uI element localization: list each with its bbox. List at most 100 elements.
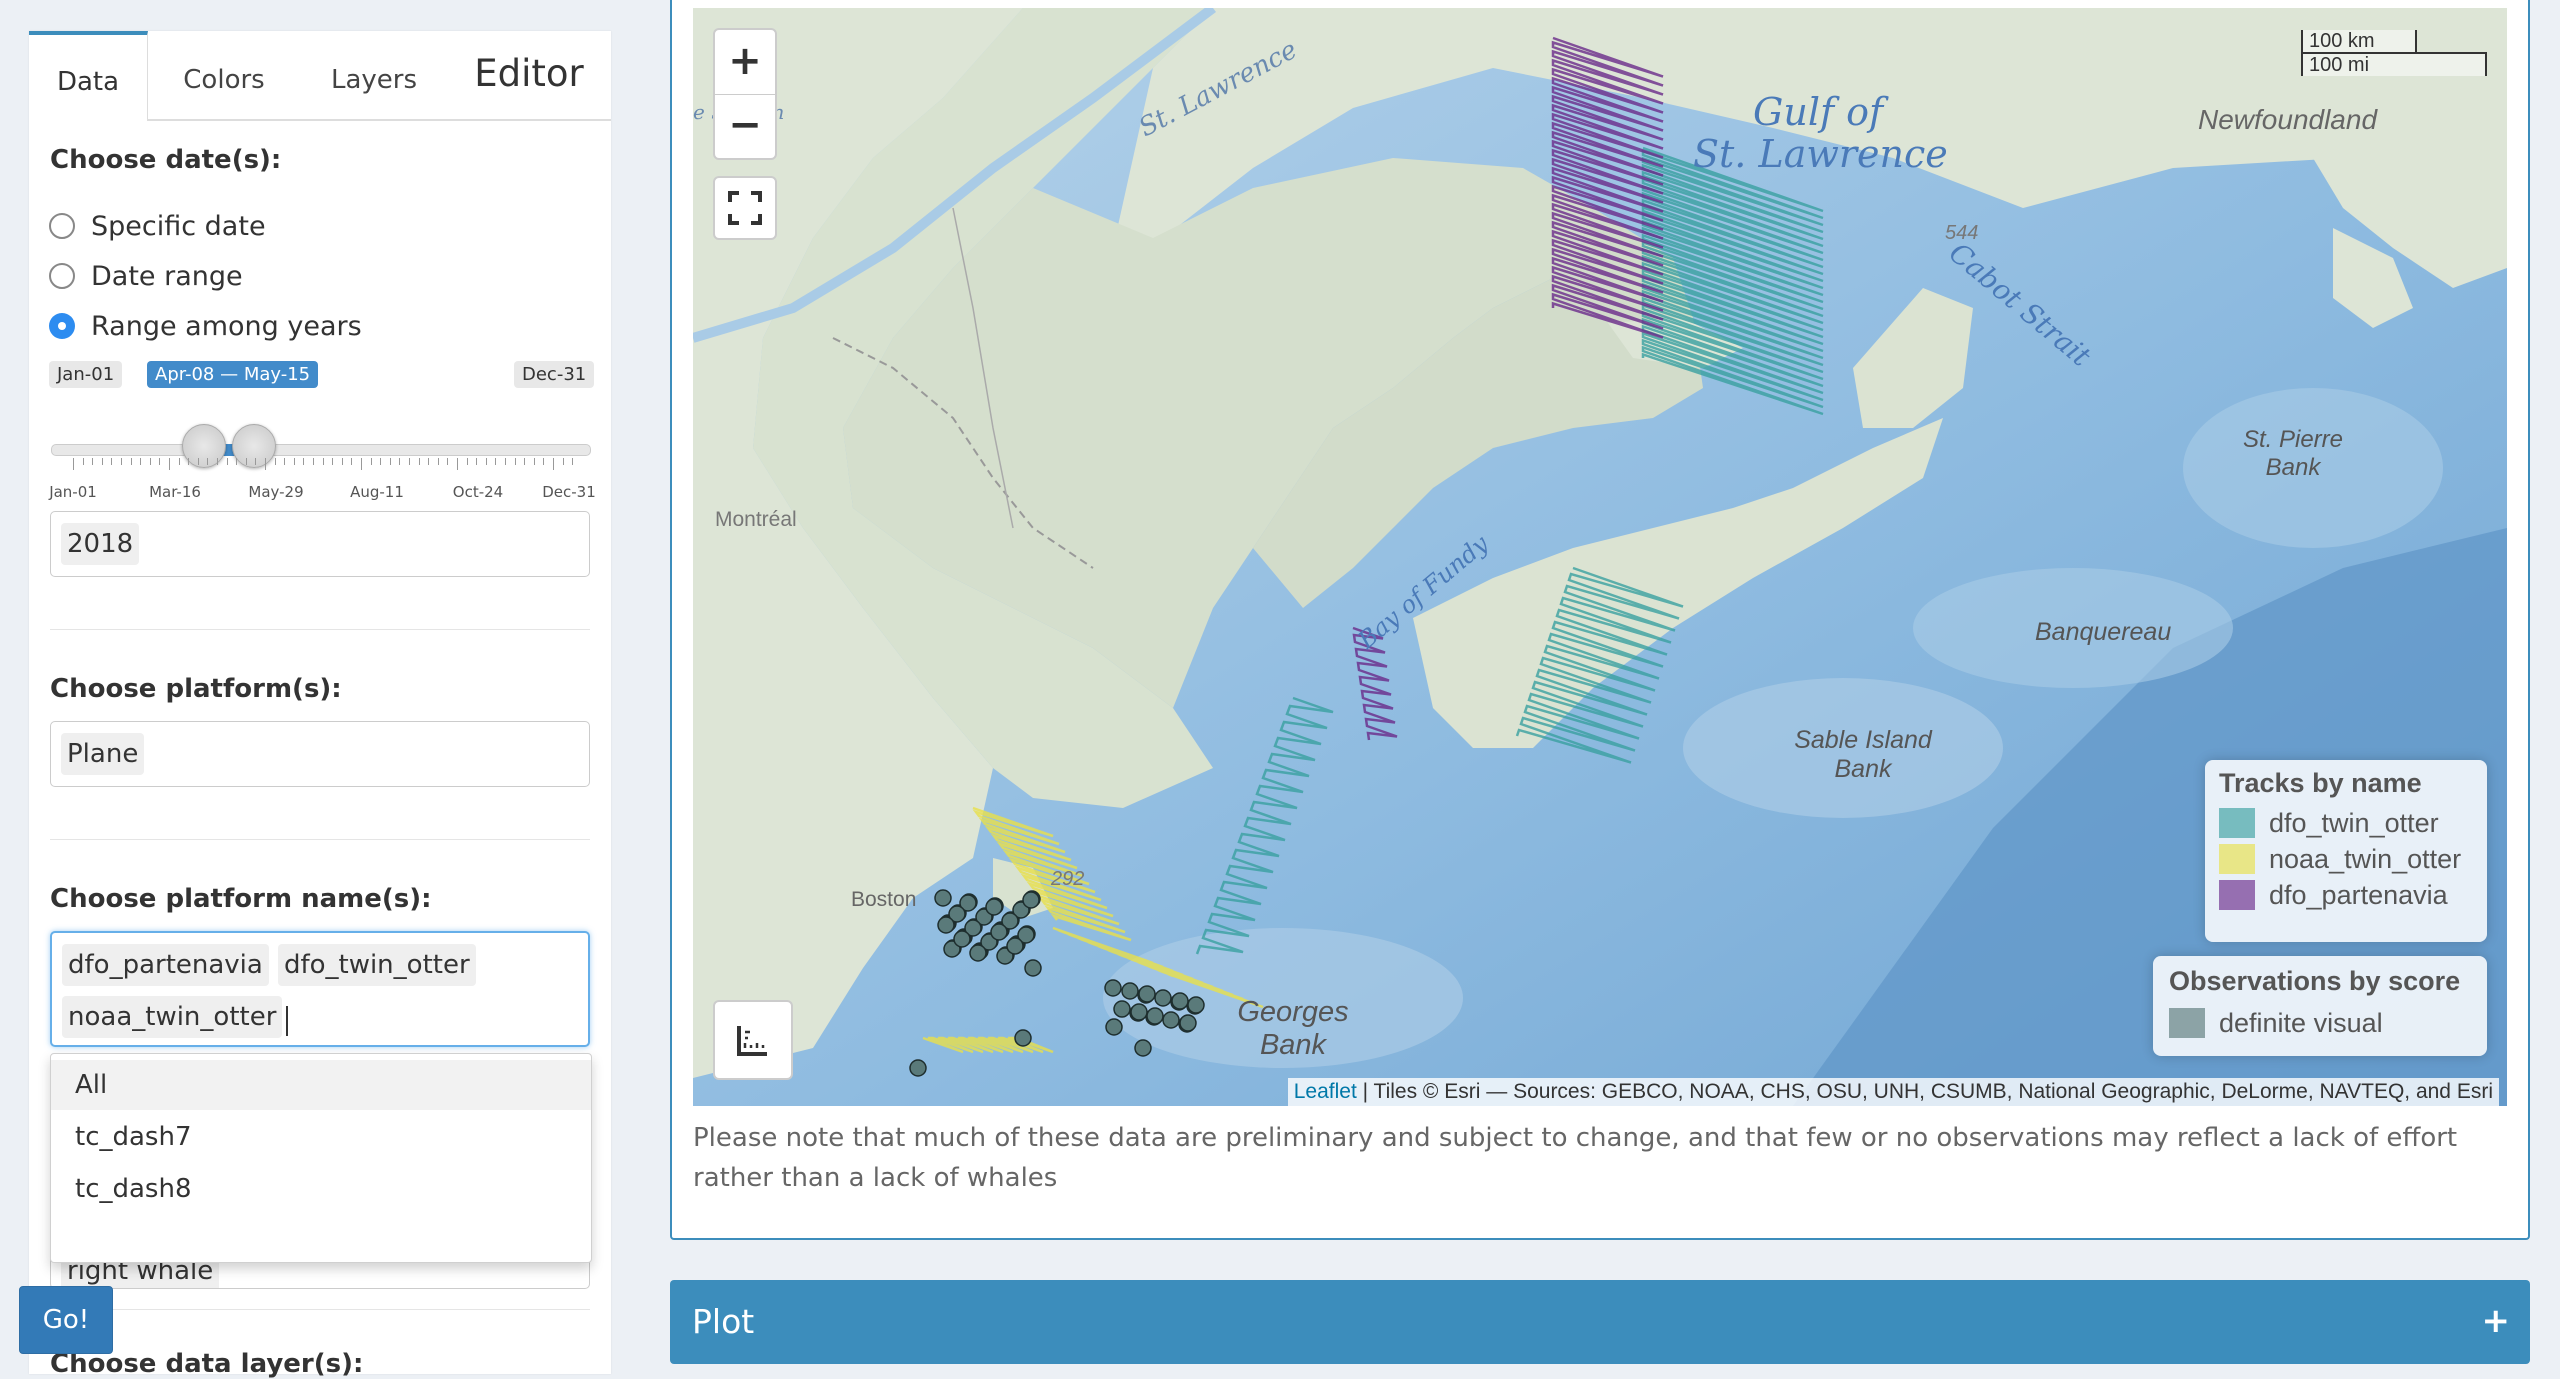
legend-title: Tracks by name bbox=[2219, 768, 2422, 798]
platform-name-chip[interactable]: noaa_twin_otter bbox=[62, 996, 283, 1038]
slider-tick bbox=[332, 458, 334, 465]
slider-tick-label: Jan-01 bbox=[49, 483, 97, 501]
radio-button-selected[interactable] bbox=[49, 313, 75, 339]
observation-marker[interactable] bbox=[953, 930, 971, 948]
radio-button[interactable] bbox=[49, 213, 75, 239]
platform-name-dropdown: All tc_dash7 tc_dash8 bbox=[50, 1053, 592, 1263]
go-button[interactable]: Go! bbox=[19, 1286, 113, 1354]
slider-tick-label: Mar-16 bbox=[149, 483, 201, 501]
observation-marker[interactable] bbox=[1024, 959, 1042, 977]
platform-name-select[interactable]: dfo_partenavia dfo_twin_otter noaa_twin_… bbox=[50, 931, 590, 1047]
observation-marker[interactable] bbox=[1105, 1018, 1123, 1036]
radio-label: Date range bbox=[91, 260, 243, 292]
observation-marker[interactable] bbox=[1138, 985, 1156, 1003]
year-select[interactable]: 2018 bbox=[50, 511, 590, 577]
observation-marker[interactable] bbox=[1113, 1000, 1131, 1018]
sidebar-panel: Data Colors Layers Editor Choose date(s)… bbox=[29, 31, 611, 1379]
slider-tick bbox=[236, 458, 238, 465]
slider-handle-end[interactable] bbox=[232, 424, 276, 468]
track-dfo-twin-otter bbox=[1641, 146, 1824, 416]
dropdown-option-tc-dash8[interactable]: tc_dash8 bbox=[51, 1164, 591, 1214]
legend-item: dfo_partenavia bbox=[2219, 877, 2473, 913]
slider-tick bbox=[399, 458, 401, 465]
slider-tick bbox=[437, 458, 439, 465]
platform-chip[interactable]: Plane bbox=[61, 733, 145, 775]
plot-panel-header[interactable]: Plot + bbox=[670, 1280, 2530, 1364]
tab-data[interactable]: Data bbox=[29, 31, 148, 121]
plot-title: Plot bbox=[692, 1302, 755, 1341]
radio-specific-date[interactable]: Specific date bbox=[49, 209, 266, 243]
divider bbox=[50, 629, 590, 630]
slider-tick bbox=[82, 458, 84, 465]
slider-tick bbox=[303, 458, 305, 465]
map-view[interactable]: Gulf of St. Lawrence St. Lawrence e St-J… bbox=[693, 8, 2507, 1106]
platform-select[interactable]: Plane bbox=[50, 721, 590, 787]
map-label-gulf: Gulf of bbox=[1753, 90, 1884, 134]
observation-marker[interactable] bbox=[1006, 937, 1024, 955]
observation-marker[interactable] bbox=[1134, 1039, 1152, 1057]
observation-marker[interactable] bbox=[1121, 982, 1139, 1000]
zoom-out-button[interactable]: − bbox=[715, 95, 775, 158]
slider-tick bbox=[370, 458, 372, 465]
legend-item: definite visual bbox=[2169, 1005, 2471, 1041]
observations-legend: Observations by score definite visual bbox=[2153, 956, 2487, 1056]
platform-name-chip[interactable]: dfo_partenavia bbox=[62, 944, 269, 986]
observation-marker[interactable] bbox=[1162, 1011, 1180, 1029]
platform-label: Choose platform(s): bbox=[50, 674, 342, 704]
measure-button[interactable] bbox=[713, 1000, 793, 1080]
radio-date-range[interactable]: Date range bbox=[49, 259, 243, 293]
map-label-gulf-st-lawrence: St. Lawrence bbox=[1693, 132, 1948, 176]
slider-min-label: Jan-01 bbox=[49, 361, 123, 388]
tab-editor[interactable]: Editor bbox=[459, 31, 599, 119]
observation-marker[interactable] bbox=[990, 923, 1008, 941]
zoom-in-button[interactable]: + bbox=[715, 31, 775, 95]
slider-tick-label: Aug-11 bbox=[350, 483, 404, 501]
expand-icon[interactable]: + bbox=[2482, 1280, 2511, 1362]
slider-tick bbox=[457, 458, 458, 470]
slider-tick-label: Dec-31 bbox=[542, 483, 596, 501]
slider-tick bbox=[130, 458, 132, 465]
map-label-line: Bank bbox=[1834, 755, 1892, 783]
observation-marker[interactable] bbox=[985, 898, 1003, 916]
observation-marker[interactable] bbox=[1104, 979, 1122, 997]
observation-marker[interactable] bbox=[1146, 1007, 1164, 1025]
tab-layers[interactable]: Layers bbox=[309, 31, 439, 119]
platform-name-label: Choose platform name(s): bbox=[50, 884, 432, 914]
slider-tick bbox=[265, 458, 266, 470]
tab-colors[interactable]: Colors bbox=[159, 31, 289, 119]
legend-item: noaa_twin_otter bbox=[2219, 841, 2473, 877]
legend-swatch bbox=[2219, 844, 2255, 874]
observation-marker[interactable] bbox=[969, 944, 987, 962]
year-chip[interactable]: 2018 bbox=[61, 523, 140, 565]
slider-tick-label: Oct-24 bbox=[452, 483, 504, 501]
observation-marker[interactable] bbox=[1022, 891, 1040, 909]
divider bbox=[50, 839, 590, 840]
slider-tick bbox=[73, 458, 74, 470]
platform-name-chip[interactable]: dfo_twin_otter bbox=[277, 944, 476, 986]
slider-track[interactable] bbox=[51, 444, 591, 456]
map-label-st-pierre-bank: St. Pierre Bank bbox=[2233, 426, 2353, 482]
observation-marker[interactable] bbox=[1171, 992, 1189, 1010]
dropdown-option-tc-dash7[interactable]: tc_dash7 bbox=[51, 1112, 591, 1162]
leaflet-link[interactable]: Leaflet bbox=[1294, 1080, 1357, 1103]
map-attribution: Leaflet | Tiles © Esri — Sources: GEBCO,… bbox=[1287, 1078, 2499, 1106]
map-label-line: Bank bbox=[1259, 1029, 1327, 1061]
radio-range-among-years[interactable]: Range among years bbox=[49, 309, 362, 343]
observation-marker[interactable] bbox=[1179, 1014, 1197, 1032]
observation-marker[interactable] bbox=[909, 1059, 927, 1077]
slider-tick bbox=[389, 458, 391, 465]
divider bbox=[50, 1309, 590, 1310]
observation-marker[interactable] bbox=[1014, 1029, 1032, 1047]
legend-swatch bbox=[2169, 1008, 2205, 1038]
dropdown-option-all[interactable]: All bbox=[51, 1060, 591, 1110]
slider-tick bbox=[351, 458, 353, 465]
observation-marker[interactable] bbox=[1187, 996, 1205, 1014]
observation-marker[interactable] bbox=[937, 916, 955, 934]
observation-marker[interactable] bbox=[934, 889, 952, 907]
observation-marker[interactable] bbox=[1130, 1003, 1148, 1021]
slider-tick bbox=[92, 458, 94, 465]
fullscreen-button[interactable] bbox=[713, 176, 777, 240]
slider-tick bbox=[207, 458, 209, 465]
observation-marker[interactable] bbox=[1154, 989, 1172, 1007]
radio-button[interactable] bbox=[49, 263, 75, 289]
